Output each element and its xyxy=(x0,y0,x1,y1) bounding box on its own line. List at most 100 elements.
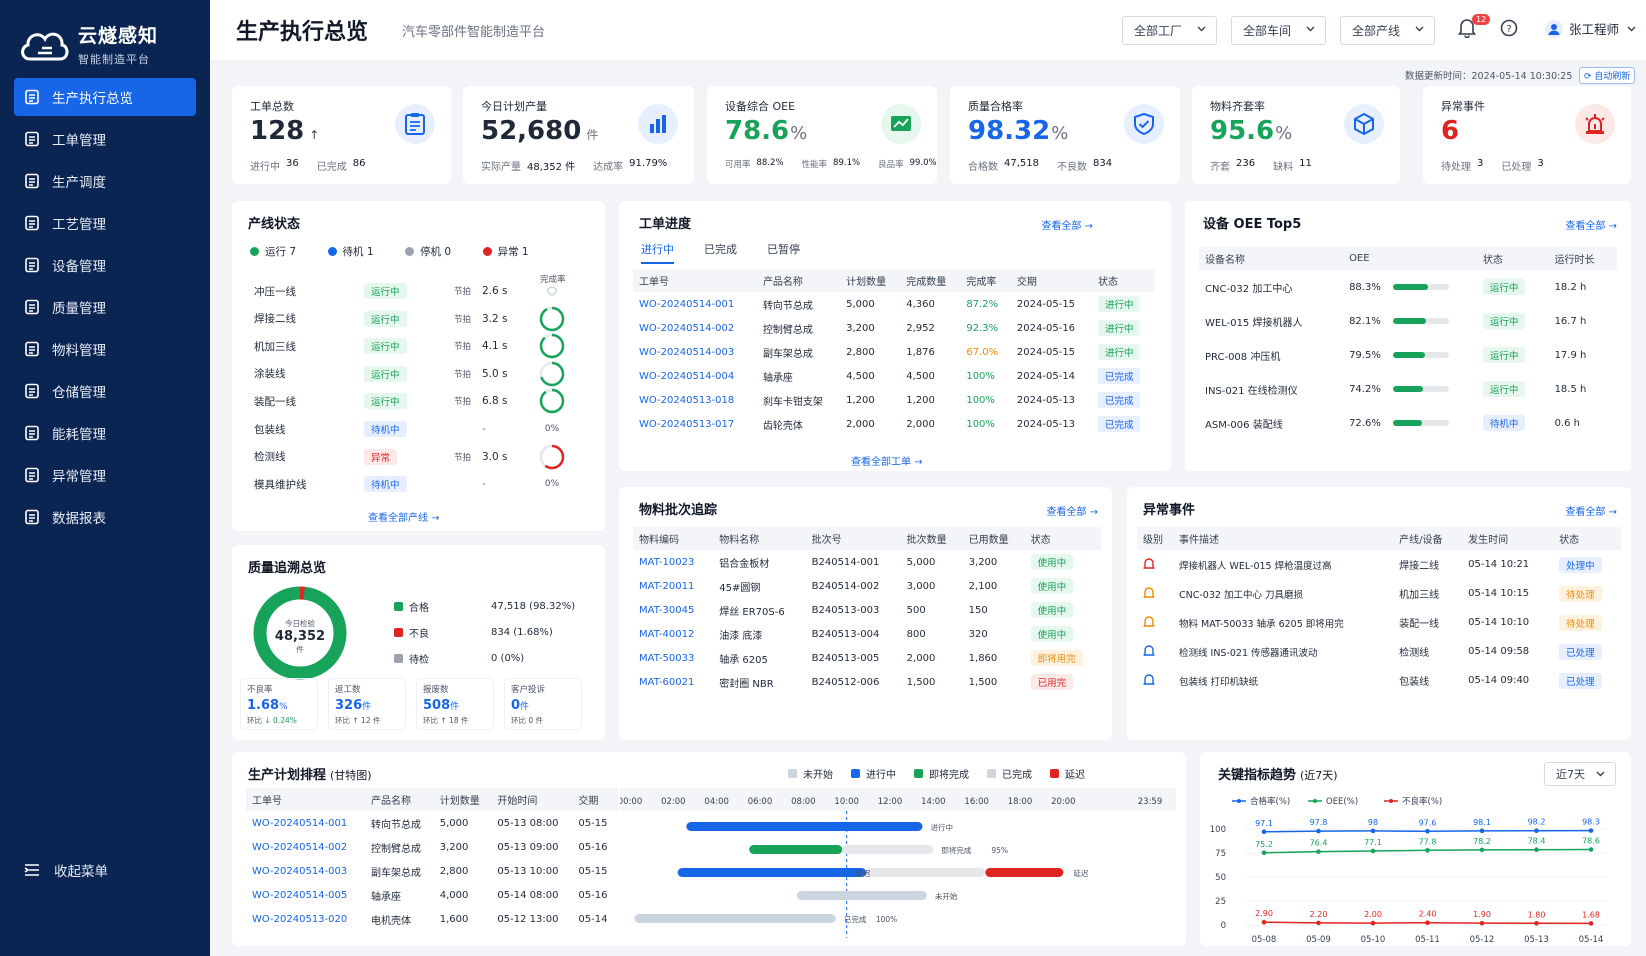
view-all-oee-link[interactable]: 查看全部 → xyxy=(1565,217,1617,232)
quality-small-kpi[interactable]: 客户投诉 0件 环比 0 件 xyxy=(504,678,582,730)
data-point[interactable] xyxy=(1479,828,1485,834)
data-point[interactable] xyxy=(1425,848,1430,853)
line-row[interactable]: 涂装线 运行中 节拍 5.0 s xyxy=(254,360,584,388)
quality-small-kpi[interactable]: 报废数 508件 环比 ↑ 18 件 xyxy=(416,678,494,730)
kpi-plan[interactable]: 今日计划产量 52,680 件 实际产量 48,352 件达成率 91.79% xyxy=(463,86,694,184)
data-point[interactable] xyxy=(1425,829,1430,834)
tab-completed[interactable]: 已完成 xyxy=(704,241,737,264)
kpi-material[interactable]: 物料齐套率 95.6% 齐套 236 缺料 11 xyxy=(1192,86,1400,184)
table-row[interactable]: MAT-60021 密封圈 NBR B240512-006 1,500 1,500 已用完 xyxy=(633,670,1101,694)
sidebar-item-10[interactable]: 数据报表 xyxy=(14,498,196,536)
table-row[interactable]: WO-20240514-002 控制臂总成 3,200 05-13 09:00 … xyxy=(246,835,618,859)
data-point[interactable] xyxy=(1588,828,1594,833)
table-row[interactable]: MAT-30045 焊丝 ER70S-6 B240513-003 500 150 使用中 xyxy=(633,598,1101,622)
line-row[interactable]: 冲压一线 运行中 节拍 2.6 s xyxy=(254,277,584,305)
table-row[interactable]: CNC-032 加工中心 88.3% 运行中 18.2 h xyxy=(1199,270,1617,304)
table-row[interactable]: WO-20240514-003 副车架总成 2,800 05-13 10:00 … xyxy=(246,859,618,883)
table-row[interactable]: WO-20240514-001 转向节总成 5,000 4,360 87.2% 2024-… xyxy=(633,292,1155,316)
view-all-lines-link[interactable]: 查看全部产线 → xyxy=(368,509,440,524)
collapse-menu-button[interactable]: 收起菜单 xyxy=(24,860,108,880)
gantt-bar[interactable] xyxy=(796,891,927,900)
line-select[interactable]: 全部产线 xyxy=(1340,16,1435,45)
sidebar-item-3[interactable]: 工艺管理 xyxy=(14,204,196,242)
table-row[interactable]: MAT-20011 45#圆钢 B240514-002 3,000 2,100 使用中 xyxy=(633,574,1101,598)
sidebar-item-0[interactable]: 生产执行总览 xyxy=(14,78,196,116)
line-row[interactable]: 模具维护线 待机中 - 0% xyxy=(254,470,584,498)
data-point[interactable] xyxy=(1534,920,1539,926)
data-point[interactable] xyxy=(1479,847,1485,853)
view-all-orders-footer-link[interactable]: 查看全部工单 → xyxy=(851,453,923,468)
table-row[interactable]: WEL-015 焊接机器人 82.1% 运行中 16.7 h xyxy=(1199,304,1617,338)
table-row[interactable]: PRC-008 冲压机 79.5% 运行中 17.9 h xyxy=(1199,338,1617,372)
data-point[interactable] xyxy=(1316,920,1321,926)
table-row[interactable]: 物料 MAT-50033 轴承 6205 即将用完 装配一线 05-14 10:… xyxy=(1137,608,1621,637)
sidebar-item-1[interactable]: 工单管理 xyxy=(14,120,196,158)
line-row[interactable]: 检测线 异常 节拍 3.0 s xyxy=(254,443,584,471)
table-cell[interactable]: WO-20240514-003 xyxy=(633,340,757,364)
factory-select[interactable]: 全部工厂 xyxy=(1122,16,1217,45)
table-row[interactable]: WO-20240513-020 电机壳体 1,600 05-12 13:00 0… xyxy=(246,907,618,931)
line-row[interactable]: 焊接二线 运行中 节拍 3.2 s xyxy=(254,305,584,333)
table-row[interactable]: MAT-50033 轴承 6205 B240513-005 2,000 1,860 即将用… xyxy=(633,646,1101,670)
table-row[interactable]: WO-20240514-001 转向节总成 5,000 05-13 08:00 … xyxy=(246,811,618,835)
table-row[interactable]: WO-20240514-003 副车架总成 2,800 1,876 67.0% 2024-… xyxy=(633,340,1155,364)
app-logo[interactable]: 云燧感知 智能制造平台 xyxy=(0,0,210,72)
kpi-orders[interactable]: 工单总数 128 ↑ 进行中 36 已完成 86 xyxy=(232,86,451,184)
data-point[interactable] xyxy=(1425,920,1430,925)
kpi-abnormal[interactable]: 异常事件 6 待处理 3 已处理 3 xyxy=(1423,86,1631,184)
trend-range-select[interactable]: 近7天 xyxy=(1544,762,1616,786)
sidebar-item-6[interactable]: 物料管理 xyxy=(14,330,196,368)
table-row[interactable]: WO-20240514-002 控制臂总成 3,200 2,952 92.3% 2024-… xyxy=(633,316,1155,340)
data-point[interactable] xyxy=(1316,828,1321,834)
data-point[interactable] xyxy=(1588,847,1594,852)
gantt-bar[interactable] xyxy=(634,914,836,923)
data-point[interactable] xyxy=(1479,920,1485,926)
data-point[interactable] xyxy=(1261,919,1267,925)
line-row[interactable]: 机加三线 运行中 节拍 4.1 s xyxy=(254,332,584,360)
data-point[interactable] xyxy=(1261,850,1267,856)
table-row[interactable]: WO-20240514-005 轴承座 4,000 05-14 08:00 05… xyxy=(246,883,618,907)
table-cell[interactable]: WO-20240514-001 xyxy=(633,292,757,316)
workshop-select[interactable]: 全部车间 xyxy=(1231,16,1326,45)
help-icon[interactable]: ? xyxy=(1500,19,1518,37)
data-point[interactable] xyxy=(1588,921,1594,926)
table-cell[interactable]: WO-20240514-002 xyxy=(633,316,757,340)
table-row[interactable]: WO-20240513-018 刹车卡钳支架 1,200 1,200 100% 2024-… xyxy=(633,388,1155,412)
view-all-events-link[interactable]: 查看全部 → xyxy=(1565,503,1617,518)
data-point[interactable] xyxy=(1316,849,1321,854)
table-row[interactable]: WO-20240513-017 齿轮壳体 2,000 2,000 100% 2024-05… xyxy=(633,412,1155,436)
view-all-batch-link[interactable]: 查看全部 → xyxy=(1046,503,1098,518)
gantt-bar[interactable] xyxy=(985,868,1064,877)
table-row[interactable]: ASM-006 装配线 72.6% 待机中 0.6 h xyxy=(1199,406,1617,440)
table-row[interactable]: 检测线 INS-021 传感器通讯波动 检测线 05-14 09:58 已处理 xyxy=(1137,637,1621,666)
kpi-quality[interactable]: 质量合格率 98.32% 合格数 47,518 不良数 834 xyxy=(950,86,1180,184)
sidebar-item-5[interactable]: 质量管理 xyxy=(14,288,196,326)
table-row[interactable]: WO-20240514-004 轴承座 4,500 4,500 100% 2024-05-… xyxy=(633,364,1155,388)
line-row[interactable]: 装配一线 运行中 节拍 6.8 s xyxy=(254,387,584,415)
quality-small-kpi[interactable]: 返工数 326件 环比 ↑ 12 件 xyxy=(328,678,406,730)
gantt-bar[interactable] xyxy=(749,845,843,854)
quality-small-kpi[interactable]: 不良率 1.68% 环比 ↓ 0.24% xyxy=(240,678,318,730)
data-point[interactable] xyxy=(1370,920,1376,926)
table-cell[interactable]: WO-20240513-018 xyxy=(633,388,757,412)
sidebar-item-7[interactable]: 仓储管理 xyxy=(14,372,196,410)
tab-paused[interactable]: 已暂停 xyxy=(767,241,800,264)
view-all-orders-link[interactable]: 查看全部 → xyxy=(1041,217,1093,232)
table-row[interactable]: MAT-40012 油漆 底漆 B240513-004 800 320 使用中 xyxy=(633,622,1101,646)
data-point[interactable] xyxy=(1534,847,1539,853)
data-point[interactable] xyxy=(1370,828,1376,834)
table-row[interactable]: CNC-032 加工中心 刀具磨损 机加三线 05-14 10:15 待处理 xyxy=(1137,579,1621,608)
gantt-bar[interactable] xyxy=(842,845,934,854)
auto-refresh-button[interactable]: ⟳ 自动刷新 xyxy=(1579,67,1636,84)
kpi-oee[interactable]: 设备综合 OEE 78.6% 可用率 88.2% 性能率 89.1% 良品率 99.0% xyxy=(707,86,937,184)
data-point[interactable] xyxy=(1261,829,1267,835)
line-row[interactable]: 包装线 待机中 - 0% xyxy=(254,415,584,443)
table-row[interactable]: 焊接机器人 WEL-015 焊枪温度过高 焊接二线 05-14 10:21 处理… xyxy=(1137,550,1621,579)
table-cell[interactable]: WO-20240513-017 xyxy=(633,412,757,436)
table-row[interactable]: MAT-10023 铝合金板材 B240514-001 5,000 3,200 使用中 xyxy=(633,550,1101,574)
gantt-bar[interactable] xyxy=(677,868,867,877)
gantt-bar[interactable] xyxy=(686,822,923,831)
table-row[interactable]: INS-021 在线检测仪 74.2% 运行中 18.5 h xyxy=(1199,372,1617,406)
table-cell[interactable]: WO-20240514-004 xyxy=(633,364,757,388)
table-row[interactable]: 包装线 打印机缺纸 包装线 05-14 09:40 已处理 xyxy=(1137,666,1621,695)
